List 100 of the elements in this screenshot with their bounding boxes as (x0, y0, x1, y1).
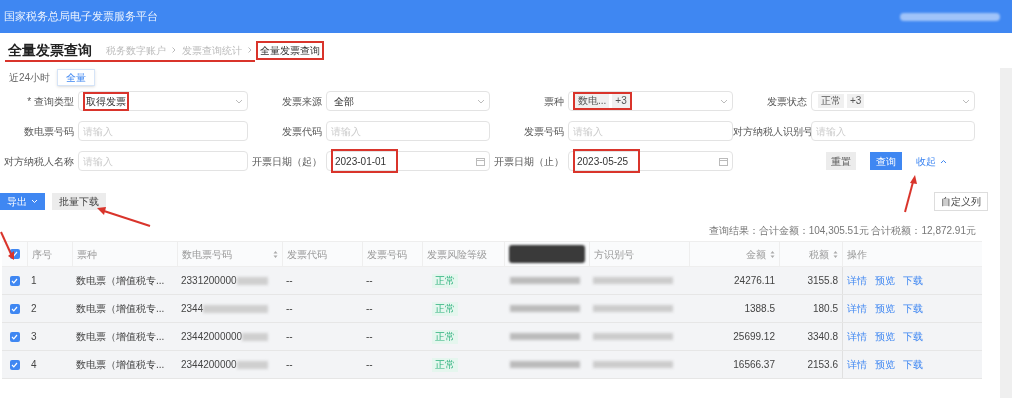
date-field[interactable]: 2023-05-25 (568, 151, 733, 171)
table-cell-text: -- (366, 274, 373, 288)
reset-button[interactable]: 重置 (826, 152, 856, 170)
table-cell-text: 16566.37 (733, 358, 775, 372)
checkbox[interactable] (9, 275, 20, 286)
chevron-right-icon (248, 47, 252, 53)
table-cell-text: 2153.6 (807, 358, 838, 372)
table-cell-text: 24276.11 (734, 274, 775, 288)
collapse-link[interactable]: 收起 (916, 153, 947, 169)
breadcrumb-item[interactable]: 发票查询统计 (180, 40, 244, 60)
table-cell-text: 1 (31, 274, 37, 288)
redacted-block (510, 305, 580, 312)
batch-download-button[interactable]: 批量下载 (52, 192, 106, 210)
column-header[interactable]: 金额 (689, 242, 779, 266)
risk-status-tag: 正常 (432, 357, 458, 372)
field-label: 发票来源 (281, 94, 323, 109)
checkbox[interactable] (9, 303, 20, 314)
redacted-block (203, 304, 268, 313)
chevron-down-icon (235, 98, 243, 104)
field-label: 对方纳税人名称 (3, 154, 75, 169)
table-cell-text: -- (286, 358, 293, 372)
filter-tag: +3 (612, 94, 630, 108)
table-cell-text: 3340.8 (807, 330, 838, 344)
redacted-block (236, 360, 268, 369)
table-cell-text: 25699.12 (733, 330, 775, 344)
column-header: 操作 (842, 242, 982, 266)
sort-icon[interactable] (770, 249, 775, 259)
table-cell-text: 1388.5 (744, 302, 775, 316)
column-header: 发票号码 (362, 242, 422, 266)
table-cell-text: 23442000000 (181, 330, 243, 344)
table-cell-text: 数电票（增值税专... (76, 274, 165, 288)
column-header: 发票代码 (282, 242, 362, 266)
risk-status-tag: 正常 (432, 301, 458, 316)
action-link[interactable]: 预览 (875, 301, 895, 316)
table-cell-text: 数电票（增值税专... (76, 358, 165, 372)
field-label: 开票日期（止） (493, 154, 565, 169)
action-link[interactable]: 详情 (847, 329, 867, 344)
table-cell-text: -- (366, 330, 373, 344)
table-cell-text: -- (286, 302, 293, 316)
column-header: 票种 (72, 242, 177, 266)
breadcrumb-item[interactable]: 全量发票查询 (256, 40, 324, 60)
table-cell-text: -- (366, 302, 373, 316)
export-button[interactable]: 导出 (0, 192, 45, 210)
filter-tag: +3 (847, 94, 865, 108)
select-field[interactable]: 全部 (326, 91, 490, 111)
sort-icon[interactable] (273, 249, 278, 259)
field-label: 发票状态 (766, 94, 808, 109)
action-link[interactable]: 预览 (875, 329, 895, 344)
risk-status-tag: 正常 (432, 329, 458, 344)
table-cell-text: 3 (31, 330, 37, 344)
date-field[interactable]: 2023-01-01 (326, 151, 490, 171)
column-header: 发票风险等级 (422, 242, 504, 266)
action-link[interactable]: 下载 (903, 301, 923, 316)
redacted-block (510, 333, 580, 340)
action-link[interactable]: 详情 (847, 357, 867, 372)
table-cell-text: 数电票（增值税专... (76, 302, 165, 316)
table-cell-text: 180.5 (812, 302, 838, 316)
query-summary: 查询结果：合计金额：104,305.51元 合计税额：12,872.91元 (707, 224, 977, 238)
annotation-arrow (0, 231, 14, 260)
select-field[interactable]: 数电... +3 (568, 91, 733, 111)
field-label: 发票代码 (281, 124, 323, 139)
select-field[interactable]: 正常 +3 (811, 91, 975, 111)
action-link[interactable]: 预览 (875, 357, 895, 372)
action-link[interactable]: 下载 (903, 329, 923, 344)
table-cell-text: -- (286, 330, 293, 344)
filter-tag: 数电... (575, 94, 610, 108)
range-tab[interactable]: 近24小时 (6, 68, 54, 86)
redacted-block (510, 361, 580, 368)
action-link[interactable]: 详情 (847, 301, 867, 316)
checkbox[interactable] (9, 359, 20, 370)
annotation-arrow (97, 207, 151, 227)
table-cell-text: 数电票（增值税专... (76, 330, 165, 344)
table-cell-text: -- (286, 274, 293, 288)
field-label: 对方纳税人识别号 (733, 124, 811, 139)
query-button[interactable]: 查询 (870, 152, 902, 170)
select-field[interactable]: 取得发票 (78, 91, 248, 111)
custom-columns-button[interactable]: 自定义列 (934, 191, 988, 211)
column-header[interactable]: 税额 (779, 242, 842, 266)
chevron-down-icon (477, 98, 485, 104)
action-link[interactable]: 下载 (903, 357, 923, 372)
field-label: * 查询类型 (26, 94, 75, 109)
checkbox[interactable] (9, 331, 20, 342)
filter-tag: 正常 (818, 94, 844, 108)
table-cell-text: -- (366, 358, 373, 372)
breadcrumb-item[interactable]: 税务数字账户 (104, 40, 168, 60)
platform-title: 国家税务总局电子发票服务平台 (4, 9, 158, 25)
action-link[interactable]: 预览 (875, 273, 895, 288)
redacted-block (236, 276, 268, 285)
action-link[interactable]: 下载 (903, 273, 923, 288)
calendar-icon (719, 156, 728, 166)
risk-status-tag: 正常 (432, 273, 458, 288)
table-cell-text: 3155.8 (807, 274, 838, 288)
column-header[interactable]: 数电票号码 (177, 242, 282, 266)
range-tab[interactable]: 全量 (57, 68, 96, 86)
sort-icon[interactable] (833, 249, 838, 259)
field-label: 票种 (543, 94, 565, 109)
action-link[interactable]: 详情 (847, 273, 867, 288)
redacted-block (510, 277, 580, 284)
chevron-right-icon (172, 47, 176, 53)
column-header: 序号 (27, 242, 72, 266)
